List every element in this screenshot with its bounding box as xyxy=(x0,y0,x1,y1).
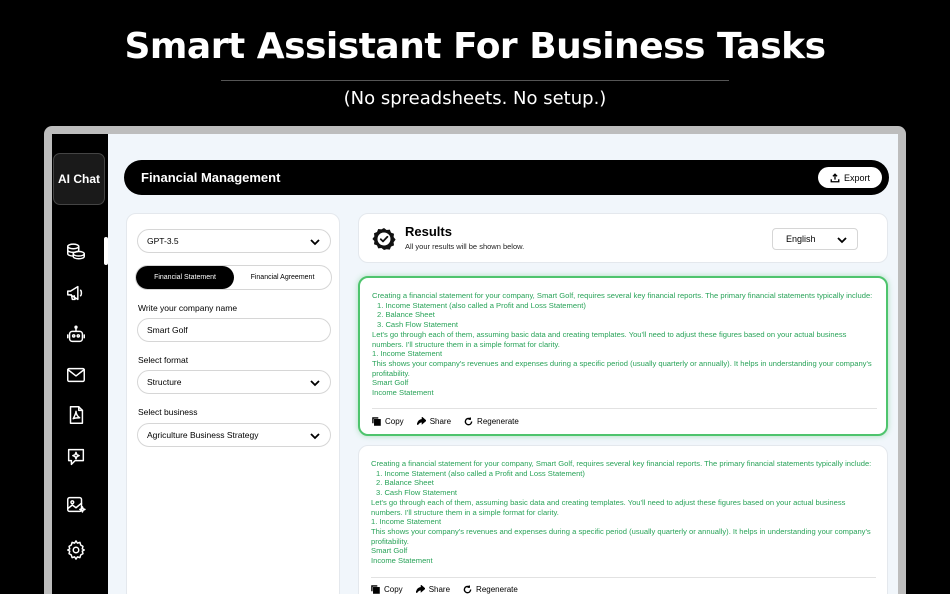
language-value: English xyxy=(786,234,816,244)
statement-type-toggle: Financial Statement Financial Agreement xyxy=(135,265,332,290)
coins-icon xyxy=(67,243,85,260)
chevron-down-icon xyxy=(836,235,848,247)
pdf-file-icon xyxy=(69,406,84,424)
regenerate-icon xyxy=(464,417,473,426)
result-line: 2. Balance Sheet xyxy=(376,478,434,488)
result-line: This shows your company's revenues and e… xyxy=(371,526,871,536)
card-actions: Copy Share Regenerate xyxy=(371,585,518,594)
results-subtitle: All your results will be shown below. xyxy=(405,242,525,251)
tab-financial-agreement[interactable]: Financial Agreement xyxy=(234,266,331,289)
result-line: 1. Income Statement (also called a Profi… xyxy=(376,468,585,478)
result-line: Let's go through each of them, assuming … xyxy=(372,329,847,339)
copy-button[interactable]: Copy xyxy=(371,585,403,594)
tab-financial-statement[interactable]: Financial Statement xyxy=(136,266,234,289)
app-logo[interactable]: AI Chat xyxy=(53,153,105,205)
mail-icon xyxy=(67,367,85,383)
regenerate-label: Regenerate xyxy=(477,417,519,426)
result-card: Creating a financial statement for your … xyxy=(358,276,888,436)
top-bar: Financial Management Export xyxy=(124,160,889,195)
chevron-down-icon xyxy=(309,378,321,388)
sidebar-item-image[interactable] xyxy=(60,489,92,521)
share-button[interactable]: Share xyxy=(416,417,452,426)
regenerate-button[interactable]: Regenerate xyxy=(464,417,519,426)
regenerate-icon xyxy=(463,585,472,594)
share-button[interactable]: Share xyxy=(415,585,451,594)
chevron-down-icon xyxy=(309,237,321,247)
regenerate-button[interactable]: Regenerate xyxy=(463,585,518,594)
settings-icon xyxy=(67,540,85,560)
result-line: Income Statement xyxy=(372,388,434,398)
result-line: 3. Cash Flow Statement xyxy=(376,488,458,498)
result-line: Smart Golf xyxy=(372,378,409,388)
share-icon xyxy=(416,417,426,426)
image-sparkle-icon xyxy=(67,496,86,513)
format-select[interactable]: Structure xyxy=(137,370,331,394)
result-line: Let's go through each of them, assuming … xyxy=(371,497,846,507)
sidebar-active-indicator xyxy=(104,237,108,265)
language-select[interactable]: English xyxy=(772,228,858,250)
input-panel: GPT-3.5 Financial Statement Financial Ag… xyxy=(126,213,340,594)
export-button[interactable]: Export xyxy=(818,167,882,188)
headline-divider xyxy=(221,80,729,81)
share-label: Share xyxy=(429,417,452,426)
page-title: Financial Management xyxy=(141,170,281,185)
export-label: Export xyxy=(843,172,870,183)
result-line: Creating a financial statement for your … xyxy=(372,291,873,300)
regenerate-label: Regenerate xyxy=(476,585,518,594)
megaphone-icon xyxy=(67,285,83,301)
result-line: Creating a financial statement for your … xyxy=(371,459,872,468)
card-divider xyxy=(371,577,876,578)
share-label: Share xyxy=(428,585,451,594)
sidebar-item-pdf[interactable] xyxy=(60,399,92,431)
sidebar-item-settings[interactable] xyxy=(60,534,92,566)
sidebar-item-bot[interactable] xyxy=(60,319,92,351)
copy-icon xyxy=(372,417,381,426)
card-divider xyxy=(372,408,877,409)
company-name-label: Write your company name xyxy=(138,303,238,313)
sidebar-item-mail[interactable] xyxy=(60,359,92,391)
copy-button[interactable]: Copy xyxy=(372,417,404,426)
copy-icon xyxy=(371,585,380,594)
company-name-input[interactable]: Smart Golf xyxy=(137,318,331,342)
business-select[interactable]: Agriculture Business Strategy xyxy=(137,423,331,447)
result-line: 1. Income Statement xyxy=(372,349,443,359)
format-value: Structure xyxy=(147,377,182,387)
result-line: 3. Cash Flow Statement xyxy=(377,320,459,330)
upload-icon xyxy=(830,172,840,182)
result-line: numbers. I'll structure them in a simple… xyxy=(372,339,560,349)
promo-headline: Smart Assistant For Business Tasks xyxy=(124,26,826,67)
copy-label: Copy xyxy=(384,585,403,594)
result-line: profitability. xyxy=(371,536,409,546)
result-line: This shows your company's revenues and e… xyxy=(372,358,872,368)
chevron-down-icon xyxy=(309,431,321,441)
results-header: Results All your results will be shown b… xyxy=(358,213,888,263)
promo-subheadline: (No spreadsheets. No setup.) xyxy=(343,88,607,109)
verified-badge-icon xyxy=(372,228,396,250)
result-line: 2. Balance Sheet xyxy=(377,310,435,320)
result-line: numbers. I'll structure them in a simple… xyxy=(371,507,559,517)
format-label: Select format xyxy=(138,355,189,365)
model-select[interactable]: GPT-3.5 xyxy=(137,229,331,253)
result-card: Creating a financial statement for your … xyxy=(358,445,888,594)
sidebar-item-marketing[interactable] xyxy=(60,277,92,309)
result-line: Smart Golf xyxy=(371,546,408,556)
robot-icon xyxy=(67,325,85,343)
result-text[interactable]: Creating a financial statement for your … xyxy=(371,459,876,566)
results-title: Results xyxy=(405,224,452,239)
result-line: profitability. xyxy=(372,368,410,378)
share-icon xyxy=(415,585,425,594)
result-line: 1. Income Statement (also called a Profi… xyxy=(377,300,586,310)
sidebar-item-finance[interactable] xyxy=(60,235,92,267)
model-value: GPT-3.5 xyxy=(147,236,179,246)
chat-sparkle-icon xyxy=(67,448,85,466)
sidebar-item-chat[interactable] xyxy=(60,441,92,473)
business-label: Select business xyxy=(138,407,198,417)
copy-label: Copy xyxy=(385,417,404,426)
business-value: Agriculture Business Strategy xyxy=(147,430,259,440)
card-actions: Copy Share Regenerate xyxy=(372,417,519,426)
result-line: 1. Income Statement xyxy=(371,517,442,527)
result-text[interactable]: Creating a financial statement for your … xyxy=(372,291,877,398)
result-line: Income Statement xyxy=(371,556,433,566)
